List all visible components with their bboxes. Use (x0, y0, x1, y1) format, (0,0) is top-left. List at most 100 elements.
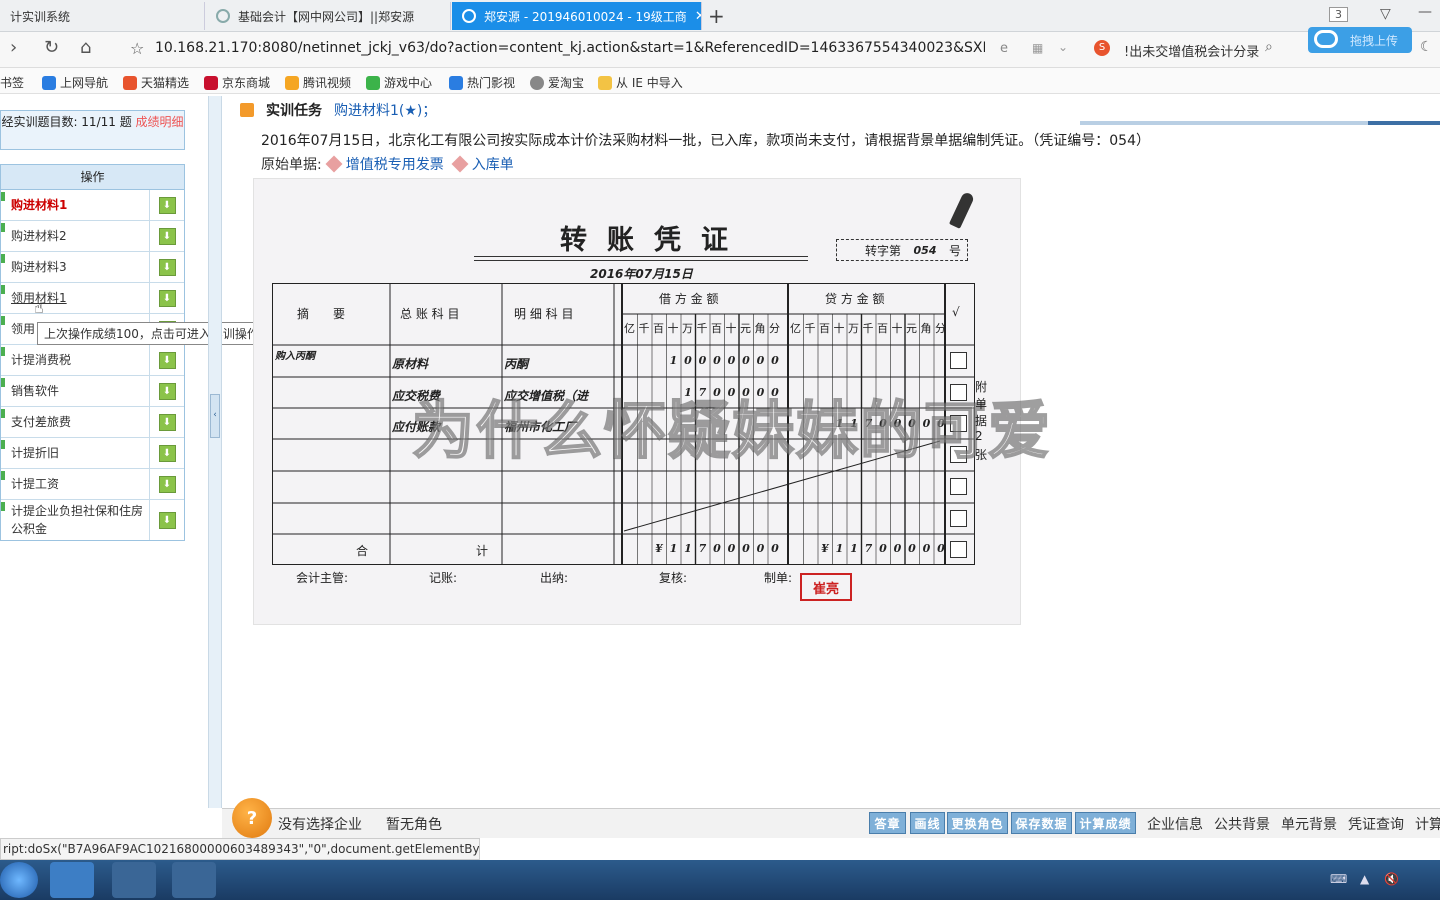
list-item[interactable]: 销售软件 ⬇ (1, 376, 184, 407)
arrow-down-icon: ⬇ (158, 413, 176, 431)
tray-up-icon[interactable]: ▲ (1360, 872, 1369, 886)
enter-button[interactable]: ⬇ (149, 221, 184, 251)
bookmark-item[interactable]: 游戏中心 (366, 74, 432, 91)
grade-detail-link[interactable]: 成绩明细 (136, 115, 184, 129)
item-label[interactable]: 购进材料3 (1, 258, 149, 276)
enter-button[interactable]: ⬇ (149, 190, 184, 220)
list-item[interactable]: 计提消费税 ⬇ (1, 345, 184, 376)
item-label[interactable]: 购进材料1 (1, 196, 149, 214)
search-icon[interactable]: ⌕ (1265, 39, 1273, 55)
minimize-button[interactable]: — (1418, 4, 1432, 20)
calc-score-button[interactable]: 计算成绩 (1075, 812, 1136, 834)
tab-count-badge[interactable]: 3 (1329, 7, 1348, 22)
bookmark-item[interactable]: 爱淘宝 (530, 74, 584, 91)
voucher-number-box[interactable]: 转字第 054 号 (836, 239, 968, 261)
change-role-button[interactable]: 更换角色 (947, 812, 1008, 834)
debit-digit: 0 (756, 354, 765, 367)
warehouse-receipt-link[interactable]: 入库单 (451, 154, 514, 174)
moon-icon[interactable]: ☾ (1420, 39, 1433, 55)
enter-button[interactable]: ⬇ (149, 376, 184, 406)
enter-button[interactable]: ⬇ (149, 283, 184, 313)
tab-basic-accounting[interactable]: 基础会计【网中网公司】||郑安源 (206, 2, 451, 30)
maker-stamp[interactable]: 崔亮 (800, 573, 852, 601)
row-checkbox[interactable] (950, 352, 967, 369)
panel-splitter[interactable]: ‹ (208, 96, 222, 808)
tab-training-system[interactable]: 计实训系统 (0, 2, 205, 30)
reload-icon[interactable]: ↻ (44, 37, 59, 58)
bookmark-item[interactable]: 天猫精选 (123, 74, 189, 91)
video-watermark: 为什么怀疑妹妹的可爱 (411, 393, 1053, 468)
enter-button[interactable]: ⬇ (149, 407, 184, 437)
home-icon[interactable]: ⌂ (80, 37, 91, 58)
voucher-query-link[interactable]: 凭证查询 (1348, 814, 1404, 834)
row-checkbox[interactable] (950, 510, 967, 527)
sogou-icon[interactable]: S (1094, 40, 1110, 56)
help-icon[interactable]: ? (232, 798, 272, 838)
bookmark-label: 腾讯视频 (303, 76, 352, 90)
close-icon[interactable]: ✕ (695, 9, 701, 24)
row-checkbox[interactable] (950, 541, 967, 558)
bookmark-item[interactable]: 热门影视 (449, 74, 515, 91)
list-item[interactable]: 领用材料1 ⬇ (1, 283, 184, 314)
row-checkbox[interactable] (950, 478, 967, 495)
voucher-date[interactable]: 2016年07月15日 (590, 265, 693, 282)
stamp-button[interactable]: 答章 (869, 812, 906, 834)
calc-link[interactable]: 计算 (1415, 814, 1440, 834)
volume-mute-icon[interactable]: 🔇 (1384, 872, 1399, 886)
file-explorer-icon[interactable] (172, 862, 216, 898)
list-item[interactable]: 支付差旅费 ⬇ (1, 407, 184, 438)
item-label[interactable]: 领用材料1 (1, 289, 149, 307)
baidu-cloud-icon[interactable] (50, 862, 94, 898)
enter-button[interactable]: ⬇ (149, 438, 184, 468)
start-button[interactable] (0, 862, 38, 898)
tab-active-student[interactable]: 郑安源 - 201946010024 - 19级工商 ✕ (452, 2, 702, 30)
item-label[interactable]: 购进材料2 (1, 227, 149, 245)
list-item[interactable]: 计提折旧 ⬇ (1, 438, 184, 469)
url-input[interactable]: 10.168.21.170:8080/netinnet_jckj_v63/do?… (155, 40, 985, 56)
globe-icon (216, 9, 230, 23)
task-name[interactable]: 购进材料1(★)； (334, 100, 436, 120)
bookmark-item[interactable]: 上网导航 (42, 74, 108, 91)
item-label[interactable]: 销售软件 (1, 382, 149, 400)
enter-button[interactable]: ⬇ (149, 500, 184, 540)
enter-button[interactable]: ⬇ (149, 469, 184, 499)
shirt-icon[interactable]: ▽ (1380, 6, 1391, 22)
unit-label: 万 (848, 322, 859, 335)
item-label[interactable]: 计提工资 (1, 475, 149, 493)
company-info-link[interactable]: 企业信息 (1147, 814, 1203, 834)
total-debit-digit: 0 (727, 542, 736, 555)
bookmark-item[interactable]: 从 IE 中导入 (598, 74, 683, 91)
enter-button[interactable]: ⬇ (149, 252, 184, 282)
item-label[interactable]: 计提消费税 (1, 351, 149, 369)
list-item[interactable]: 购进材料2 ⬇ (1, 221, 184, 252)
check-icon (1, 285, 5, 294)
bookmark-item[interactable]: 京东商城 (204, 74, 270, 91)
new-tab-button[interactable]: + (708, 4, 725, 28)
search-input[interactable]: !出未交增值税会计分录 (1124, 41, 1259, 60)
draw-line-button[interactable]: 画线 (910, 812, 945, 834)
bookmark-folder[interactable]: 书签 (0, 74, 24, 91)
public-background-link[interactable]: 公共背景 (1214, 814, 1270, 834)
item-label[interactable]: 支付差旅费 (1, 413, 149, 431)
item-label[interactable]: 计提企业负担社保和住房公积金 (1, 502, 149, 538)
qr-icon[interactable]: ▦ (1032, 41, 1043, 55)
forward-icon[interactable]: › (10, 37, 17, 58)
keyboard-icon[interactable]: ⌨ (1330, 872, 1347, 886)
bookmark-item[interactable]: 腾讯视频 (285, 74, 351, 91)
list-item[interactable]: 计提企业负担社保和住房公积金 ⬇ (1, 500, 184, 540)
check-icon (1, 254, 5, 263)
unit-background-link[interactable]: 单元背景 (1281, 814, 1337, 834)
ie-icon[interactable]: e (1000, 41, 1008, 56)
collapse-arrow-icon[interactable]: ‹ (210, 394, 220, 438)
arrow-down-icon: ⬇ (158, 382, 176, 400)
item-label[interactable]: 计提折旧 (1, 444, 149, 462)
enter-button[interactable]: ⬇ (149, 345, 184, 375)
list-item[interactable]: 购进材料3 ⬇ (1, 252, 184, 283)
save-data-button[interactable]: 保存数据 (1011, 812, 1072, 834)
list-item[interactable]: 计提工资 ⬇ (1, 469, 184, 500)
chevron-down-icon[interactable]: ⌄ (1058, 40, 1068, 54)
star-icon[interactable]: ☆ (130, 39, 144, 58)
list-item[interactable]: 购进材料1 ⬇ (1, 190, 184, 221)
app-icon[interactable] (112, 862, 156, 898)
invoice-link[interactable]: 增值税专用发票 (325, 154, 444, 174)
